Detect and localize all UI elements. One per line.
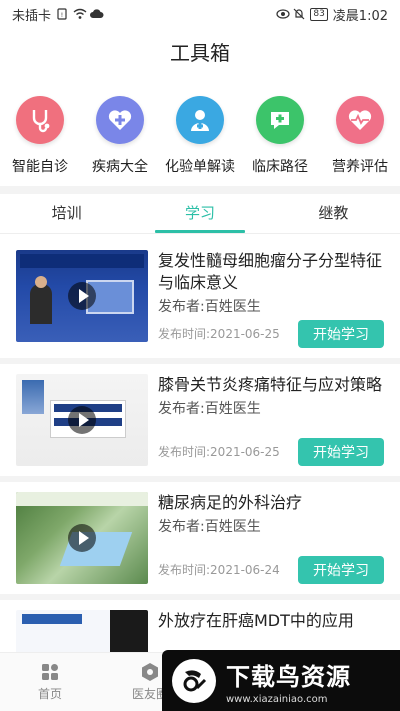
tool-label: 营养评估 [332,159,388,175]
tool-clinical-pathway[interactable]: 临床路径 [241,84,319,184]
start-learning-button[interactable]: 开始学习 [298,556,384,584]
tool-label: 化验单解读 [165,159,235,175]
section-divider [0,186,400,194]
course-publisher: 发布者:百姓医生 [158,299,261,315]
tool-label: 疾病大全 [92,159,148,175]
chat-plus-icon [256,96,304,144]
watermark-logo-icon [172,658,216,703]
tab-training[interactable]: 培训 [0,194,133,233]
list-item[interactable]: 复发性髓母细胞瘤分子分型特征与临床意义 发布者:百姓医生 发布时间:2021-0… [0,240,400,358]
sim-icon: ! [56,8,68,20]
stethoscope-icon [16,96,64,144]
battery-level: 83 [310,7,328,21]
nav-label: 首页 [37,687,62,701]
watermark-text: 下载鸟资源 www.xiazainiao.com [226,657,351,705]
tool-self-diagnosis[interactable]: 智能自诊 [1,84,79,184]
tab-continuing-education[interactable]: 继教 [267,194,400,233]
tab-bar: 培训 学习 继教 [0,194,400,234]
course-date: 发布时间:2021-06-25 [158,327,280,341]
course-title[interactable]: 外放疗在肝癌MDT中的应用 [158,610,384,632]
hexagon-icon [142,663,158,681]
page-title: 工具箱 [0,28,400,74]
watermark-banner: 下载鸟资源 www.xiazainiao.com [162,650,400,711]
tool-disease-encyclopedia[interactable]: 疾病大全 [81,84,159,184]
toolbox-grid: 智能自诊 疾病大全 化验单解读 临床路径 营养评估 [0,84,400,184]
watermark-brand: 下载鸟资源 [226,662,351,691]
mute-bell-icon [293,8,305,20]
play-icon[interactable] [68,282,96,310]
app-screen: 未插卡 ! 83 凌晨1:02 工具箱 智能自诊 疾病大全 化验单解读 临床路径… [0,0,400,711]
list-item[interactable]: 膝骨关节炎疼痛特征与应对策略 发布者:百姓医生 发布时间:2021-06-25 … [0,358,400,476]
course-publisher: 发布者:百姓医生 [158,519,261,535]
play-icon[interactable] [68,406,96,434]
course-publisher: 发布者:百姓医生 [158,401,261,417]
tool-label: 智能自诊 [12,159,68,175]
clock-text: 凌晨1:02 [332,8,388,24]
heart-plus-icon [96,96,144,144]
page-title-text: 工具箱 [170,40,230,65]
tool-nutrition-assessment[interactable]: 营养评估 [321,84,399,184]
play-icon[interactable] [68,524,96,552]
nav-home[interactable]: 首页 [0,653,100,711]
course-thumbnail [16,492,148,584]
eye-icon [276,8,290,20]
status-bar: 未插卡 ! 83 凌晨1:02 [0,0,400,28]
course-date: 发布时间:2021-06-24 [158,563,280,577]
start-learning-button[interactable]: 开始学习 [298,438,384,466]
home-grid-icon [42,664,58,680]
course-date: 发布时间:2021-06-25 [158,445,280,459]
carrier-text: 未插卡 [12,8,52,24]
wifi-icon [73,8,87,20]
tab-study[interactable]: 学习 [133,194,266,233]
course-list: 复发性髓母细胞瘤分子分型特征与临床意义 发布者:百姓医生 发布时间:2021-0… [0,240,400,711]
course-thumbnail [16,250,148,342]
tool-lab-report-reader[interactable]: 化验单解读 [161,84,239,184]
heartbeat-icon [336,96,384,144]
course-thumbnail [16,374,148,466]
course-title[interactable]: 膝骨关节炎疼痛特征与应对策略 [158,374,384,396]
course-info: 糖尿病足的外科治疗 发布者:百姓医生 发布时间:2021-06-24 开始学习 [158,492,384,584]
doctor-icon [176,96,224,144]
course-title[interactable]: 糖尿病足的外科治疗 [158,492,384,514]
start-learning-button[interactable]: 开始学习 [298,320,384,348]
watermark-url: www.xiazainiao.com [226,693,328,705]
tool-label: 临床路径 [252,159,308,175]
course-info: 复发性髓母细胞瘤分子分型特征与临床意义 发布者:百姓医生 发布时间:2021-0… [158,250,384,348]
course-title[interactable]: 复发性髓母细胞瘤分子分型特征与临床意义 [158,250,384,294]
course-info: 膝骨关节炎疼痛特征与应对策略 发布者:百姓医生 发布时间:2021-06-25 … [158,374,384,466]
svg-text:!: ! [61,12,63,19]
cloud-icon [90,8,104,20]
list-item[interactable]: 糖尿病足的外科治疗 发布者:百姓医生 发布时间:2021-06-24 开始学习 [0,476,400,594]
